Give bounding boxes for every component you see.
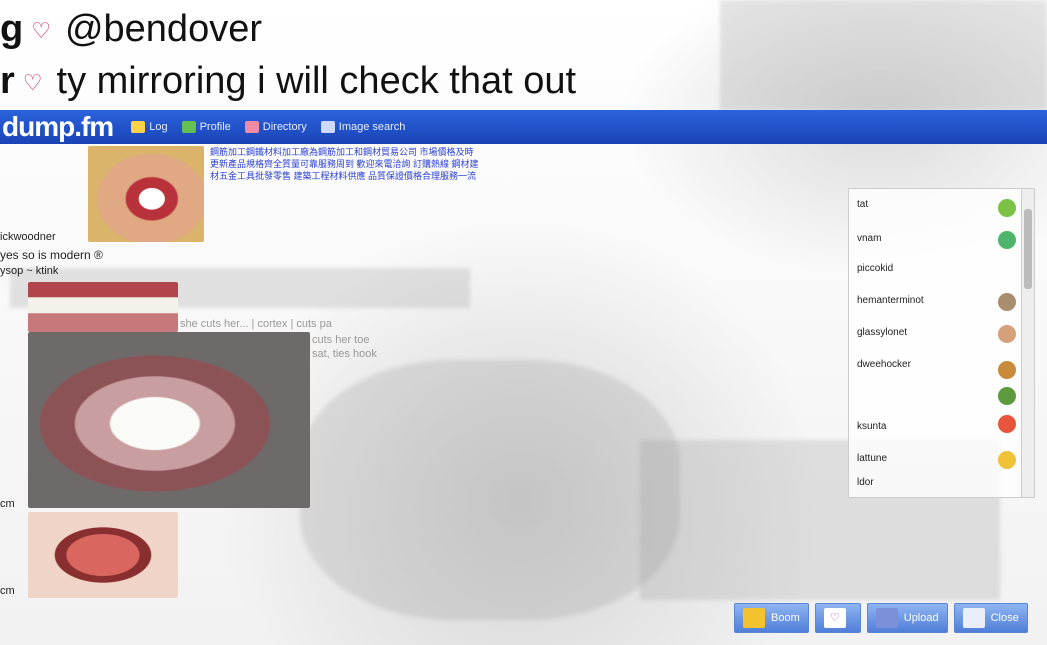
nav-label: Profile xyxy=(199,121,231,133)
close-button[interactable]: Close xyxy=(953,603,1028,633)
boom-icon xyxy=(743,608,765,628)
nav-item-log[interactable]: Log xyxy=(131,121,168,133)
user-list-item[interactable]: piccokid xyxy=(857,263,893,274)
user-list-item[interactable]: tat xyxy=(857,199,868,210)
left-label[interactable]: yes so is modern ® xyxy=(0,248,103,262)
left-label[interactable]: cm xyxy=(0,498,15,510)
scroll-thumb[interactable] xyxy=(1024,209,1032,289)
left-label[interactable]: cm xyxy=(0,585,15,597)
chat-nick[interactable]: g xyxy=(0,8,23,50)
chat-message: g ♡ @bendover xyxy=(0,8,262,51)
user-list-item[interactable]: dweehocker xyxy=(857,359,911,370)
computer-icon xyxy=(875,608,898,628)
profile-icon xyxy=(181,121,196,133)
heart-icon[interactable]: ♡ xyxy=(23,70,43,95)
user-list-item[interactable]: vnam xyxy=(857,233,881,244)
alien-icon[interactable] xyxy=(998,231,1016,249)
button-label: Boom xyxy=(771,612,800,624)
nav-item-profile[interactable]: Profile xyxy=(181,121,231,133)
log-icon xyxy=(131,121,146,133)
smile-photo xyxy=(88,146,204,242)
faint-text: she cuts her... | cortex | cuts pa xyxy=(180,318,332,330)
chat-text: @bendover xyxy=(64,8,262,50)
ghost-layer xyxy=(720,0,1047,110)
text-icon[interactable] xyxy=(998,415,1016,433)
user-list-item[interactable]: hemanterminot xyxy=(857,295,924,306)
faint-text: cuts her toe xyxy=(312,334,370,346)
top-nav-bar: dump.fm Log Profile Directory Image sear… xyxy=(0,110,1047,144)
frog-icon[interactable] xyxy=(998,199,1016,217)
nav-label: Image search xyxy=(338,121,406,133)
pointing-hand-icon[interactable] xyxy=(998,325,1016,343)
heart-button[interactable]: ♡ xyxy=(814,603,861,633)
mouth-photo xyxy=(28,332,310,508)
nav-item-directory[interactable]: Directory xyxy=(244,121,307,133)
user-list-panel: tat vnam piccokid hemanterminot glassylo… xyxy=(848,188,1035,498)
left-label[interactable]: ickwoodner xyxy=(0,231,56,243)
ghost-layer xyxy=(300,360,680,620)
user-list-scrollbar[interactable] xyxy=(1021,189,1034,497)
nav-label: Log xyxy=(149,121,168,133)
smiley-icon[interactable] xyxy=(998,451,1016,469)
button-label: Close xyxy=(990,612,1019,624)
user-list-item[interactable]: ksunta xyxy=(857,421,886,432)
boom-button[interactable]: Boom xyxy=(734,603,809,633)
chat-message: r ♡ ty mirroring i will check that out xyxy=(0,60,576,103)
claw-icon[interactable] xyxy=(998,293,1016,311)
chinese-text-block: 鋼筋加工鋼鐵材料加工廠為鋼筋加工和鋼材貿易公司 市場價格及時更新產品規格齊全質量… xyxy=(210,147,479,181)
burger-icon[interactable] xyxy=(998,361,1016,379)
directory-icon xyxy=(244,121,259,133)
faint-text: sat, ties hook xyxy=(312,348,377,360)
heart-icon[interactable]: ♡ xyxy=(31,18,51,43)
nav-item-image-search[interactable]: Image search xyxy=(320,121,406,133)
cactus-icon[interactable] xyxy=(998,387,1016,405)
tongue-photo xyxy=(28,512,178,598)
user-list-item[interactable]: ldor xyxy=(857,477,874,488)
image-search-icon xyxy=(320,121,335,133)
window-icon xyxy=(962,608,985,628)
chat-text: ty mirroring i will check that out xyxy=(56,60,577,102)
bottom-toolbar: Boom ♡ Upload Close xyxy=(734,603,1034,633)
button-label: Upload xyxy=(903,612,939,624)
app-logo[interactable]: dump.fm xyxy=(2,111,114,143)
user-list-item[interactable]: lattune xyxy=(857,453,887,464)
user-list-item[interactable]: glassylonet xyxy=(857,327,907,338)
chat-nick[interactable]: r xyxy=(0,60,15,102)
upload-button[interactable]: Upload xyxy=(866,603,948,633)
left-label[interactable]: ysop ~ ktink xyxy=(0,265,58,277)
teeth-photo xyxy=(28,282,178,332)
nav-label: Directory xyxy=(262,121,307,133)
heart-icon: ♡ xyxy=(823,608,846,628)
